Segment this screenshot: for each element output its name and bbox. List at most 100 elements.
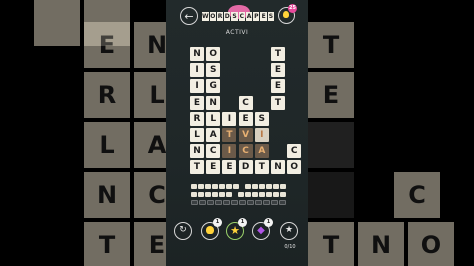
bonus-words-button[interactable]: ★ [280, 222, 298, 240]
star-count: 1 [238, 218, 247, 227]
answer-slot [237, 192, 244, 197]
answer-slot [238, 200, 246, 205]
bonus-star-icon: ★ [284, 225, 294, 235]
gem-tool-button[interactable]: ◆ 1 [252, 218, 273, 240]
backdrop-right: T E C T N O [308, 0, 474, 266]
grid-cell: N [190, 144, 204, 159]
logo-letter: S [267, 11, 275, 21]
grid-cell: E [271, 79, 285, 94]
grid-cell: E [271, 63, 285, 78]
logo-letter: C [238, 11, 245, 21]
grid-cell: N [206, 95, 221, 110]
backdrop-tile: T [84, 222, 130, 266]
answer-slot [278, 200, 286, 205]
answer-slot [214, 200, 222, 205]
answer-slot [218, 192, 225, 197]
slot-row [188, 200, 288, 205]
grid-cell: D [238, 160, 253, 175]
answer-slot [251, 184, 258, 189]
backdrop-tile: T [308, 22, 354, 68]
answer-slot [279, 192, 286, 197]
answer-slot [197, 184, 204, 189]
answer-slot [270, 200, 278, 205]
grid-cell: A [254, 144, 269, 159]
grid-cell: E [238, 111, 253, 126]
answer-slot [254, 200, 262, 205]
grid-cell: S [206, 63, 221, 78]
answer-slot [265, 192, 272, 197]
star-tool-button[interactable]: ★ 1 [226, 218, 247, 240]
grid-cell: L [206, 111, 221, 126]
grid-cell: T [271, 47, 285, 61]
answer-slot [190, 184, 197, 189]
grid-cell: L [190, 128, 204, 142]
grid-cell: T [254, 160, 269, 175]
gem-icon: ◆ [257, 225, 265, 236]
grid-cell: I [254, 128, 269, 142]
answer-slot [244, 192, 251, 197]
answer-slot [246, 200, 254, 205]
game-screen: ← W O R D S C A P E S 25 ACTIVI NOTISEIG… [166, 0, 308, 266]
hint-tool-button[interactable]: 1 [201, 218, 222, 240]
shuffle-icon: ↻ [179, 225, 187, 235]
backdrop-tile [308, 172, 354, 218]
backdrop-tile: A [134, 122, 166, 168]
backdrop-tile: C [394, 172, 440, 218]
answer-slot [198, 200, 206, 205]
grid-cell: A [206, 128, 221, 142]
star-icon: ★ [230, 224, 240, 237]
answer-slot [222, 200, 230, 205]
answer-slot [218, 184, 225, 189]
answer-slot [262, 200, 270, 205]
grid-cell: N [271, 160, 285, 175]
logo-letter: E [260, 11, 267, 21]
gem-count: 1 [264, 218, 273, 227]
grid-cell: E [206, 160, 221, 175]
answer-slot [225, 184, 232, 189]
backdrop-tile [308, 122, 354, 168]
answer-slot [258, 192, 265, 197]
grid-cell: C [287, 144, 302, 159]
grid-cell: I [222, 111, 237, 126]
backdrop-tile: E [134, 222, 166, 266]
logo-letter: D [224, 11, 231, 21]
answer-slot [265, 184, 272, 189]
backdrop-tile: E [84, 22, 130, 68]
grid-cell: G [206, 79, 221, 94]
grid-cell: E [222, 160, 237, 175]
grid-cell: I [222, 144, 237, 159]
grid-cell: O [287, 160, 302, 175]
shuffle-button[interactable]: ↻ [174, 222, 192, 240]
backdrop-tile: O [408, 222, 454, 266]
logo-letter: A [245, 11, 253, 21]
answer-slot [279, 184, 286, 189]
answer-slot [204, 184, 211, 189]
backdrop-left: E N R L L A N C T E [0, 0, 166, 266]
grid-cell: I [190, 79, 204, 94]
backdrop-tile: L [134, 72, 166, 118]
grid-cell: T [222, 128, 237, 142]
answer-slot [230, 200, 238, 205]
grid-cell: O [206, 47, 221, 61]
answer-slot [206, 200, 214, 205]
backdrop-tile: N [358, 222, 404, 266]
backdrop-tile: E [308, 72, 354, 118]
answer-slot [197, 192, 204, 197]
grid-cell: N [190, 47, 204, 61]
answer-slot [258, 184, 265, 189]
backdrop-tile: R [84, 72, 130, 118]
grid-cell: T [271, 95, 285, 110]
backdrop-tile: N [84, 172, 130, 218]
grid-cell: C [206, 144, 221, 159]
grid-cell: I [190, 63, 204, 78]
grid-cell: T [190, 160, 204, 175]
answer-slot [272, 192, 279, 197]
logo-letter: O [209, 11, 216, 21]
grid-cell: R [190, 111, 204, 126]
answer-slot [244, 184, 251, 189]
answer-slot [204, 192, 211, 197]
answer-slot [225, 192, 232, 197]
answer-slots [188, 184, 288, 208]
logo-letter: P [253, 11, 260, 21]
answer-slot [211, 184, 218, 189]
